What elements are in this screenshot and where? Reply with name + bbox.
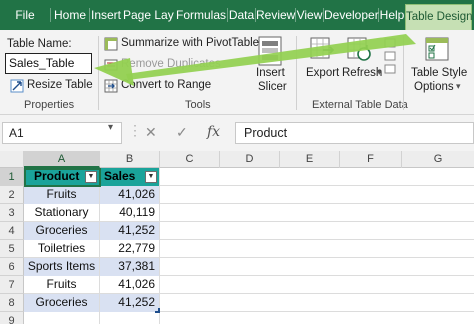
tab-developer[interactable]: Developer xyxy=(324,0,379,30)
select-all-corner[interactable] xyxy=(0,151,24,168)
more-options-icon: ⋮ xyxy=(128,122,142,138)
name-box[interactable]: A1 xyxy=(2,122,122,144)
column-header-e[interactable]: E xyxy=(280,151,340,168)
ribbon: Table Name: Sales_Table Resize Table Pro… xyxy=(0,30,474,115)
row-header[interactable]: 5 xyxy=(0,240,24,258)
column-header-f[interactable]: F xyxy=(340,151,402,168)
ribbon-tab-bar: File Home Insert Page Layout Formulas Da… xyxy=(0,0,474,30)
product-cell[interactable]: Stationary xyxy=(24,204,100,222)
properties-group-label: Properties xyxy=(24,99,75,111)
column-header-d[interactable]: D xyxy=(220,151,280,168)
table-style-options-dropdown-icon[interactable]: ▾ xyxy=(456,81,461,92)
table-row: Toiletries 22,779 xyxy=(24,240,474,258)
row-header[interactable]: 3 xyxy=(0,204,24,222)
sales-cell[interactable]: 37,381 xyxy=(100,258,160,276)
tab-formulas[interactable]: Formulas xyxy=(175,0,228,30)
product-cell[interactable]: Groceries xyxy=(24,294,100,312)
table-resize-handle[interactable] xyxy=(155,308,160,313)
tab-view[interactable]: View xyxy=(296,0,324,30)
table-header-row: Product ▼ Sales ▼ xyxy=(24,168,474,186)
row-header[interactable]: 4 xyxy=(0,222,24,240)
table-row: Fruits 41,026 xyxy=(24,186,474,204)
sales-cell[interactable]: 22,779 xyxy=(100,240,160,258)
product-cell[interactable]: Fruits xyxy=(24,276,100,294)
header-product-label: Product xyxy=(34,169,80,183)
sales-cell[interactable]: 41,026 xyxy=(100,276,160,294)
tab-page-layout[interactable]: Page Layout xyxy=(123,0,174,30)
tab-insert[interactable]: Insert xyxy=(90,0,122,30)
tab-table-design[interactable]: Table Design xyxy=(405,4,472,30)
row-header[interactable]: 2 xyxy=(0,186,24,204)
column-header-c[interactable]: C xyxy=(160,151,220,168)
resize-table-button[interactable]: Resize Table xyxy=(27,79,93,91)
table-row: Fruits 41,026 xyxy=(24,276,474,294)
empty-row xyxy=(24,312,474,324)
formula-input[interactable]: Product xyxy=(235,122,474,144)
product-cell[interactable]: Sports Items xyxy=(24,258,100,276)
table-name-input[interactable]: Sales_Table xyxy=(5,53,92,74)
table-row: Sports Items 37,381 xyxy=(24,258,474,276)
column-headers: A B C D E F G xyxy=(0,151,474,168)
tab-file[interactable]: File xyxy=(0,0,51,30)
column-header-b[interactable]: B xyxy=(100,151,160,168)
product-cell[interactable]: Groceries xyxy=(24,222,100,240)
resize-table-icon xyxy=(10,79,24,98)
table-style-options-icon xyxy=(424,36,450,67)
tab-data[interactable]: Data xyxy=(228,0,256,30)
row-header[interactable]: 7 xyxy=(0,276,24,294)
table-style-options-label-1[interactable]: Table Style xyxy=(411,67,467,79)
sales-cell[interactable]: 41,252 xyxy=(100,222,160,240)
sales-cell[interactable]: 41,252 xyxy=(100,294,160,312)
row-header[interactable]: 8 xyxy=(0,294,24,312)
excel-window: File Home Insert Page Layout Formulas Da… xyxy=(0,0,474,324)
filter-dropdown-icon[interactable]: ▼ xyxy=(85,171,97,183)
header-sales-label: Sales xyxy=(104,169,136,183)
insert-function-icon[interactable]: fx xyxy=(207,124,220,140)
worksheet-grid: A B C D E F G 1 2 3 4 5 6 7 8 9 Product … xyxy=(0,151,474,324)
sales-cell[interactable]: 41,026 xyxy=(100,186,160,204)
header-cell-sales[interactable]: Sales ▼ xyxy=(100,168,160,186)
formula-bar: A1 ▾ ⋮ ✕ ✓ fx Product xyxy=(0,115,474,151)
product-cell[interactable]: Fruits xyxy=(24,186,100,204)
name-box-dropdown-icon[interactable]: ▾ xyxy=(108,122,113,133)
empty-cell[interactable] xyxy=(100,312,160,324)
tab-home[interactable]: Home xyxy=(51,0,90,30)
enter-icon[interactable]: ✓ xyxy=(176,124,188,141)
product-cell[interactable]: Toiletries xyxy=(24,240,100,258)
annotation-arrow-icon xyxy=(94,34,416,86)
row-header[interactable]: 9 xyxy=(0,312,24,324)
header-cell-product[interactable]: Product ▼ xyxy=(24,168,100,186)
tools-group-label: Tools xyxy=(185,99,211,111)
tab-review[interactable]: Review xyxy=(256,0,296,30)
table-name-label: Table Name: xyxy=(7,38,72,50)
tab-help[interactable]: Help xyxy=(379,0,405,30)
column-header-g[interactable]: G xyxy=(402,151,474,168)
filter-dropdown-icon[interactable]: ▼ xyxy=(145,171,157,183)
external-table-data-group-label: External Table Data xyxy=(312,99,408,111)
table-row: Groceries 41,252 xyxy=(24,294,474,312)
row-header[interactable]: 1 xyxy=(0,168,24,186)
column-header-a[interactable]: A xyxy=(24,151,100,168)
cancel-icon[interactable]: ✕ xyxy=(145,124,157,141)
empty-cell[interactable] xyxy=(24,312,100,324)
table-row: Stationary 40,119 xyxy=(24,204,474,222)
row-header[interactable]: 6 xyxy=(0,258,24,276)
table-style-options-label-2[interactable]: Options xyxy=(414,81,454,93)
table-row: Groceries 41,252 xyxy=(24,222,474,240)
sales-cell[interactable]: 40,119 xyxy=(100,204,160,222)
